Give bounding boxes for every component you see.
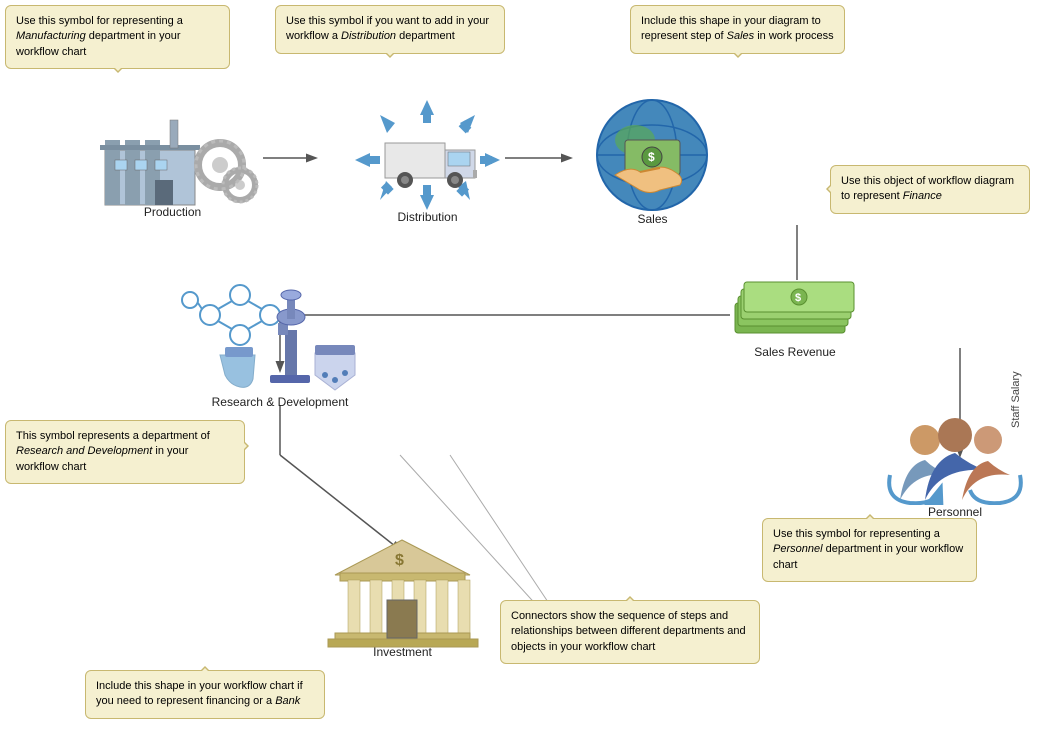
- tooltip-sales: Include this shape in your diagram to re…: [630, 5, 845, 54]
- tooltip-personnel-text: Use this symbol for representing a Perso…: [773, 528, 963, 571]
- distribution-label: Distribution: [340, 210, 515, 224]
- sales-icon: $ Sales: [565, 90, 740, 226]
- svg-text:$: $: [795, 292, 801, 304]
- tooltip-finance-text: Use this object of workflow diagram to r…: [841, 175, 1014, 202]
- staff-salary-label: Staff Salary: [1010, 360, 1022, 440]
- tooltip-manufacturing-text: Use this symbol for representing a Manuf…: [16, 15, 183, 58]
- production-icon: Production: [85, 90, 260, 219]
- tooltip-connectors-text: Connectors show the sequence of steps an…: [511, 610, 746, 653]
- investment-label: Investment: [310, 645, 495, 659]
- sales-revenue-icon: $ Sales Revenue: [725, 268, 865, 359]
- production-label: Production: [85, 205, 260, 219]
- svg-text:$: $: [395, 552, 404, 569]
- distribution-icon: Distribution: [340, 95, 515, 224]
- research-icon: Research & Development: [160, 275, 400, 409]
- sales-revenue-label: Sales Revenue: [725, 345, 865, 359]
- tooltip-personnel: Use this symbol for representing a Perso…: [762, 518, 977, 582]
- tooltip-investment: Include this shape in your workflow char…: [85, 670, 325, 719]
- tooltip-investment-text: Include this shape in your workflow char…: [96, 680, 303, 707]
- tooltip-research: This symbol represents a department of R…: [5, 420, 245, 484]
- tooltip-distribution: Use this symbol if you want to add in yo…: [275, 5, 505, 54]
- investment-icon: $ Investment: [310, 530, 495, 659]
- tooltip-manufacturing: Use this symbol for representing a Manuf…: [5, 5, 230, 69]
- svg-text:$: $: [648, 150, 655, 164]
- tooltip-research-text: This symbol represents a department of R…: [16, 430, 210, 473]
- tooltip-distribution-text: Use this symbol if you want to add in yo…: [286, 15, 489, 42]
- tooltip-connectors: Connectors show the sequence of steps an…: [500, 600, 760, 664]
- tooltip-sales-text: Include this shape in your diagram to re…: [641, 15, 834, 42]
- personnel-icon: Personnel: [880, 415, 1030, 519]
- research-label: Research & Development: [160, 395, 400, 409]
- sales-label: Sales: [565, 212, 740, 226]
- personnel-label: Personnel: [880, 505, 1030, 519]
- tooltip-finance: Use this object of workflow diagram to r…: [830, 165, 1030, 214]
